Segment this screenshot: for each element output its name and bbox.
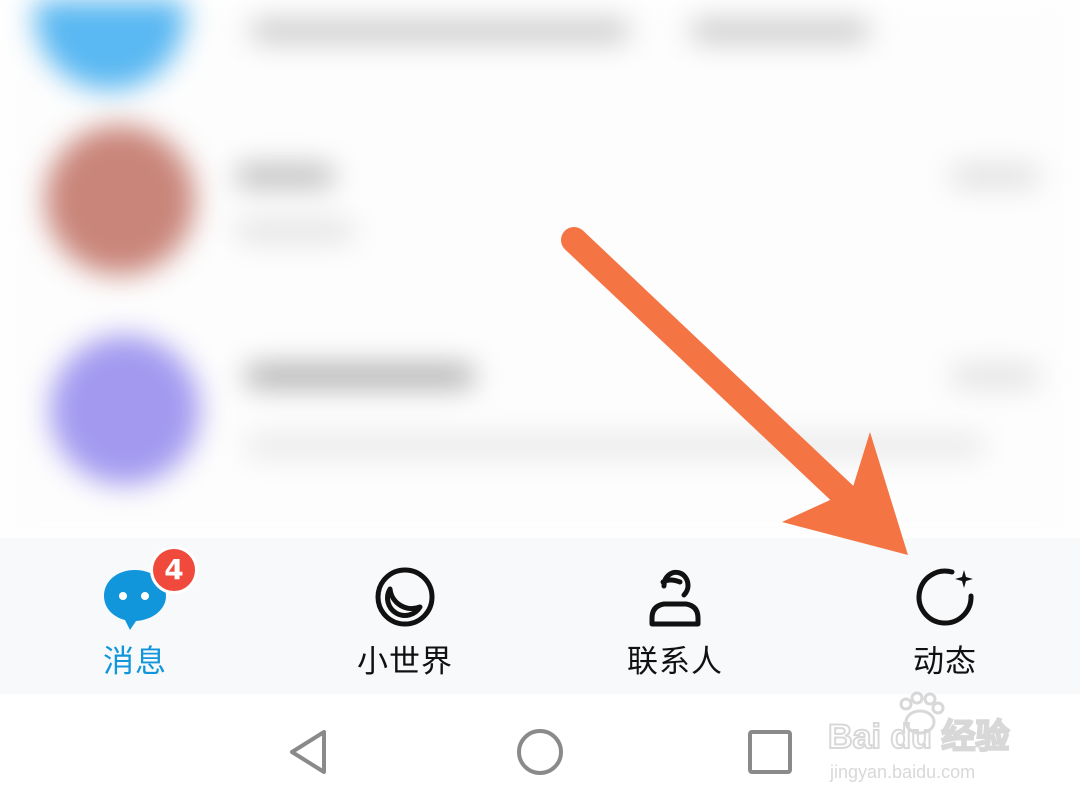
tab-label: 动态 (913, 644, 977, 680)
back-icon[interactable] (282, 724, 338, 780)
tab-label: 消息 (103, 644, 167, 680)
avatar (50, 335, 200, 485)
recents-icon[interactable] (742, 724, 798, 780)
blurred-chat-list (0, 0, 1080, 540)
bottom-tab-bar: 4 消息 小世界 联系人 动态 (0, 538, 1080, 694)
tab-label: 小世界 (357, 644, 453, 680)
small-world-ring-icon (375, 567, 435, 627)
tab-small-world[interactable]: 小世界 (270, 538, 540, 694)
avatar (45, 125, 195, 275)
chat-row[interactable] (0, 0, 1080, 120)
chat-row[interactable] (0, 120, 1080, 300)
unread-badge: 4 (150, 546, 198, 594)
tab-messages[interactable]: 4 消息 (0, 538, 270, 694)
chat-row[interactable] (0, 320, 1080, 500)
watermark-url: jingyan.baidu.com (829, 762, 975, 782)
star-refresh-icon (916, 568, 974, 626)
tab-label: 联系人 (627, 644, 723, 680)
home-icon[interactable] (512, 724, 568, 780)
avatar (35, 0, 185, 90)
tab-moments[interactable]: 动态 (810, 538, 1080, 694)
baidu-jingyan-watermark: Bai du 经验 jingyan.baidu.com (827, 691, 1010, 782)
person-icon (649, 569, 701, 627)
watermark-brand: Bai du 经验 (828, 717, 1009, 756)
tab-contacts[interactable]: 联系人 (540, 538, 810, 694)
